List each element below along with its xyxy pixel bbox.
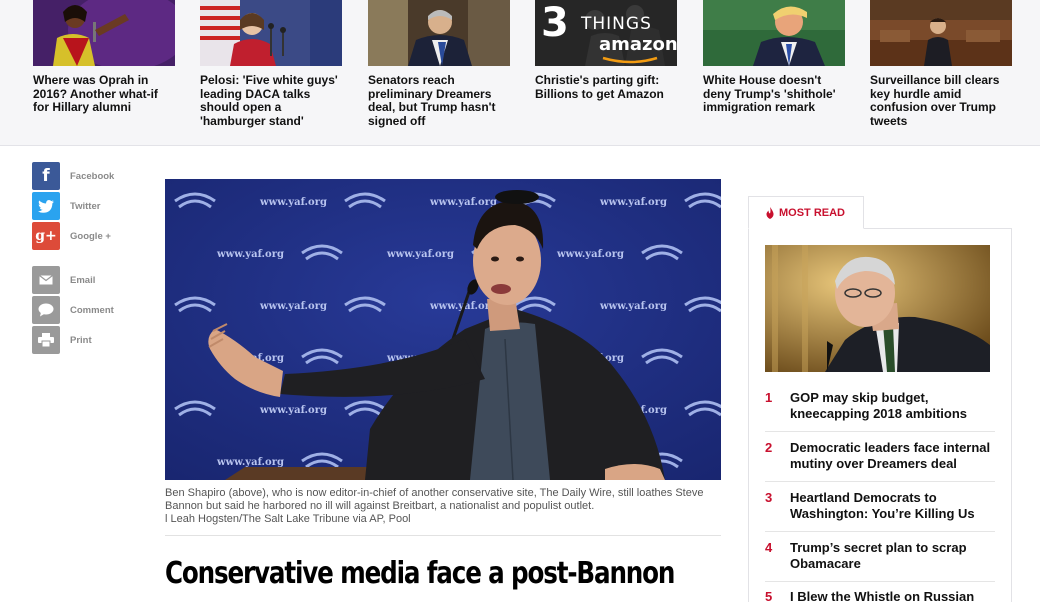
most-read-lead-image[interactable] — [765, 245, 990, 372]
most-read-item[interactable]: 1 GOP may skip budget, kneecapping 2018 … — [765, 390, 995, 432]
top-story-card[interactable]: Pelosi: 'Five white guys' leading DACA t… — [200, 0, 342, 128]
top-story-headline[interactable]: Pelosi: 'Five white guys' leading DACA t… — [200, 73, 342, 128]
top-story-thumbnail[interactable] — [33, 0, 175, 66]
most-read-headline[interactable]: Democratic leaders face internal mutiny … — [790, 440, 995, 481]
backdrop-url-text: www.yaf.org — [386, 249, 454, 260]
google-plus-icon[interactable]: g+ — [32, 222, 60, 250]
top-story-thumbnail[interactable] — [703, 0, 845, 66]
hero-photo: www.yaf.org www.yaf.org www.yaf.org www.yaf… — [165, 179, 721, 480]
amazon-logo-text: amazon — [599, 34, 677, 55]
top-story-thumbnail[interactable]: 3 THINGS amazon — [535, 0, 677, 66]
rank-number: 4 — [765, 540, 773, 555]
rank-number: 3 — [765, 490, 773, 505]
most-read-tab[interactable]: MOST READ — [748, 196, 864, 229]
share-label[interactable]: Twitter — [70, 201, 100, 212]
article-hero-image[interactable]: www.yaf.org www.yaf.org www.yaf.org www.yaf… — [165, 179, 721, 480]
top-story-card[interactable]: 3 THINGS amazon Christie's parting gift:… — [535, 0, 677, 101]
print-icon[interactable] — [32, 326, 60, 354]
share-twitter-button[interactable]: Twitter — [32, 192, 172, 220]
top-story-headline[interactable]: Surveillance bill clears key hurdle amid… — [870, 73, 1012, 128]
share-google-plus-button[interactable]: g+ Google + — [32, 222, 172, 250]
backdrop-url-text: www.yaf.org — [259, 405, 327, 416]
rank-number: 1 — [765, 390, 773, 405]
top-story-card[interactable]: Where was Oprah in 2016? Another what-if… — [33, 0, 175, 115]
most-read-headline[interactable]: Heartland Democrats to Washington: You’r… — [790, 490, 995, 531]
twitter-bird-icon — [38, 199, 54, 213]
caption-text: Ben Shapiro (above), who is now editor-i… — [165, 487, 704, 512]
share-email-button[interactable]: Email — [32, 266, 172, 294]
envelope-icon — [39, 275, 53, 285]
comment-icon[interactable] — [32, 296, 60, 324]
facebook-icon[interactable]: f — [32, 162, 60, 190]
top-story-headline[interactable]: Christie's parting gift: Billions to get… — [535, 73, 677, 101]
photo-credit: l Leah Hogsten/The Salt Lake Tribune via… — [165, 513, 411, 525]
top-story-thumbnail[interactable] — [368, 0, 510, 66]
most-read-item[interactable]: 4 Trump’s secret plan to scrap Obamacare — [765, 540, 995, 582]
top-story-card[interactable]: White House doesn't deny Trump's 'shitho… — [703, 0, 845, 115]
most-read-item[interactable]: 5 I Blew the Whistle on Russian — [765, 589, 995, 602]
most-read-item[interactable]: 3 Heartland Democrats to Washington: You… — [765, 490, 995, 532]
top-story-thumbnail[interactable] — [870, 0, 1012, 66]
most-read-headline[interactable]: Trump’s secret plan to scrap Obamacare — [790, 540, 995, 581]
three-things-number: 3 — [541, 0, 569, 46]
google-plus-glyph: g+ — [35, 228, 57, 244]
rank-number: 2 — [765, 440, 773, 455]
share-print-button[interactable]: Print — [32, 326, 172, 354]
top-story-thumbnail[interactable] — [200, 0, 342, 66]
most-read-headline[interactable]: I Blew the Whistle on Russian — [790, 589, 995, 602]
email-icon[interactable] — [32, 266, 60, 294]
backdrop-url-text: www.yaf.org — [599, 197, 667, 208]
top-story-headline[interactable]: Senators reach preliminary Dreamers deal… — [368, 73, 510, 128]
share-label[interactable]: Print — [70, 335, 92, 346]
twitter-icon[interactable] — [32, 192, 60, 220]
share-label[interactable]: Comment — [70, 305, 114, 316]
top-story-card[interactable]: Surveillance bill clears key hurdle amid… — [870, 0, 1012, 128]
share-facebook-button[interactable]: f Facebook — [32, 162, 172, 190]
backdrop-url-text: www.yaf.org — [216, 249, 284, 260]
most-read-headline[interactable]: GOP may skip budget, kneecapping 2018 am… — [790, 390, 995, 431]
share-label[interactable]: Facebook — [70, 171, 114, 182]
rank-number: 5 — [765, 589, 773, 602]
backdrop-url-text: www.yaf.org — [259, 197, 327, 208]
amazon-smile-icon — [602, 56, 658, 64]
most-read-item[interactable]: 2 Democratic leaders face internal mutin… — [765, 440, 995, 482]
top-story-headline[interactable]: White House doesn't deny Trump's 'shitho… — [703, 73, 845, 115]
facebook-glyph: f — [42, 166, 50, 186]
speech-bubble-icon — [38, 303, 54, 317]
backdrop-url-text: www.yaf.org — [556, 249, 624, 260]
backdrop-url-text: www.yaf.org — [216, 457, 284, 468]
printer-icon — [38, 333, 54, 347]
share-comment-button[interactable]: Comment — [32, 296, 172, 324]
share-label[interactable]: Google + — [70, 231, 111, 242]
most-read-tab-label[interactable]: MOST READ — [779, 207, 845, 219]
top-story-card[interactable]: Senators reach preliminary Dreamers deal… — [368, 0, 510, 128]
three-things-label: THINGS — [581, 14, 652, 34]
share-label[interactable]: Email — [70, 275, 95, 286]
backdrop-url-text: www.yaf.org — [259, 301, 327, 312]
image-caption: Ben Shapiro (above), who is now editor-i… — [165, 487, 721, 526]
article-title: Conservative media face a post-Bannon — [165, 556, 675, 591]
top-story-headline[interactable]: Where was Oprah in 2016? Another what-if… — [33, 73, 175, 115]
divider — [165, 535, 721, 536]
flame-icon — [766, 206, 774, 219]
top-stories-strip: Where was Oprah in 2016? Another what-if… — [0, 0, 1040, 146]
most-read-photo — [765, 245, 990, 372]
backdrop-url-text: www.yaf.org — [599, 301, 667, 312]
backdrop-url-text: www.yaf.org — [429, 197, 497, 208]
